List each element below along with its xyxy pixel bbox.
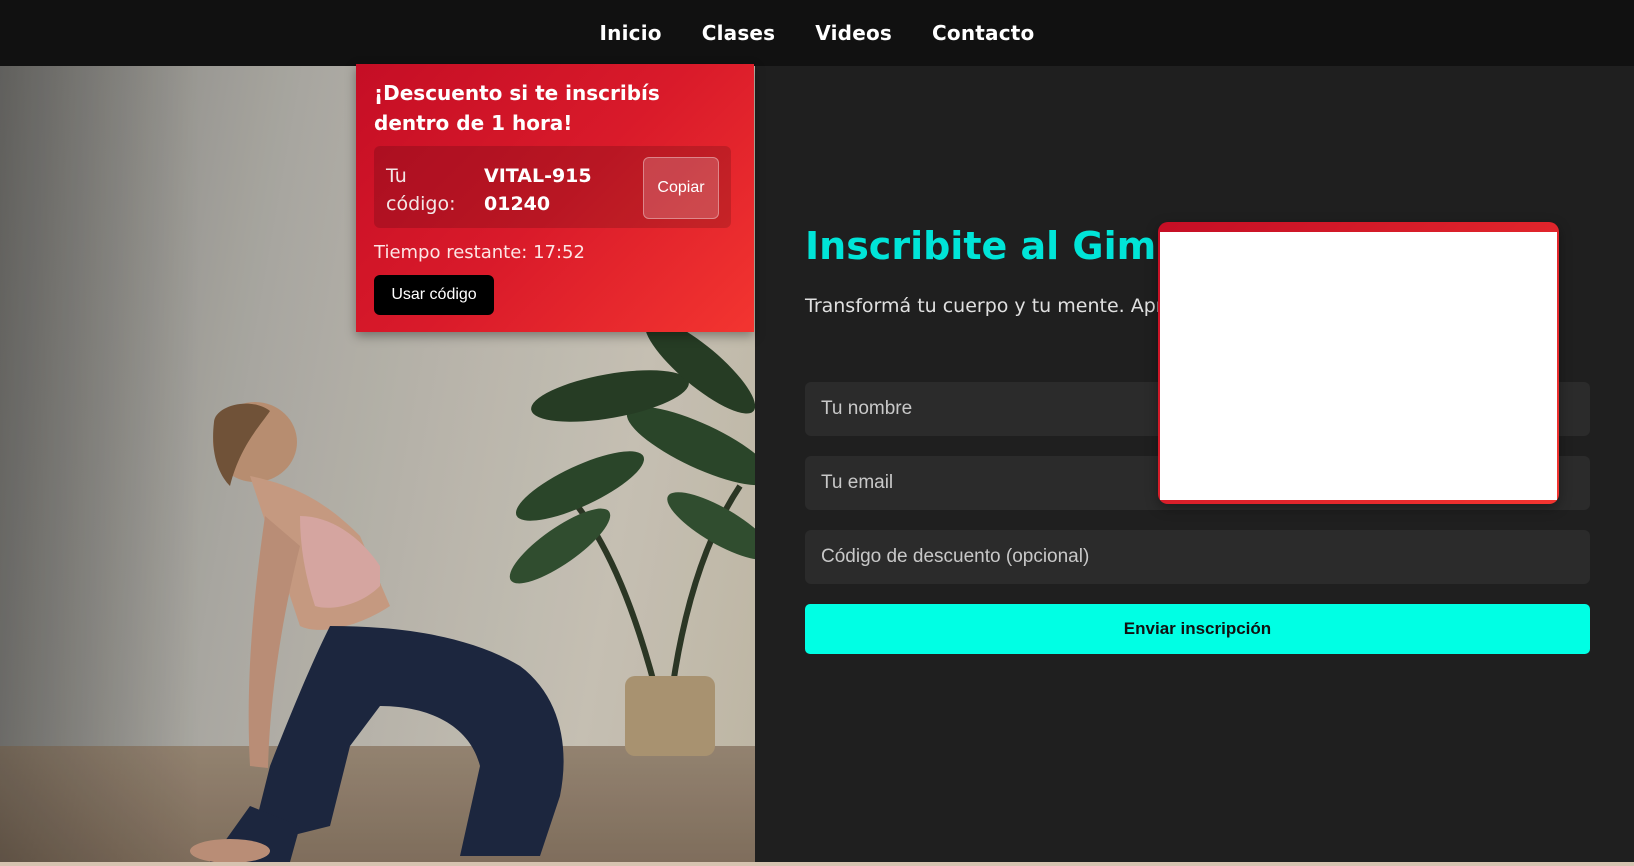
overlay-modal[interactable] (1158, 222, 1559, 504)
discount-title: ¡Descuento si te inscribís dentro de 1 h… (374, 81, 660, 135)
bottom-strip (0, 862, 1634, 866)
nav-videos[interactable]: Videos (815, 21, 892, 45)
copy-code-button[interactable]: Copiar (643, 157, 719, 219)
discount-code-field[interactable] (805, 530, 1590, 584)
nav-contacto[interactable]: Contacto (932, 21, 1034, 45)
countdown-timer: Tiempo restante: 17:52 (374, 242, 585, 263)
code-value: VITAL-91501240 (484, 165, 592, 215)
code-label: Tu código: (386, 165, 456, 215)
submit-button[interactable]: Enviar inscripción (805, 604, 1590, 654)
use-code-button[interactable]: Usar código (374, 275, 494, 315)
nav-clases[interactable]: Clases (702, 21, 776, 45)
discount-popup: ¡Descuento si te inscribís dentro de 1 h… (356, 64, 754, 332)
nav-inicio[interactable]: Inicio (600, 21, 662, 45)
top-navigation: Inicio Clases Videos Contacto (0, 0, 1634, 66)
page-title: Inscribite al Gimna (805, 224, 1209, 268)
code-box: Tu código: VITAL-91501240 Copiar (374, 146, 731, 228)
modal-content (1160, 232, 1557, 500)
